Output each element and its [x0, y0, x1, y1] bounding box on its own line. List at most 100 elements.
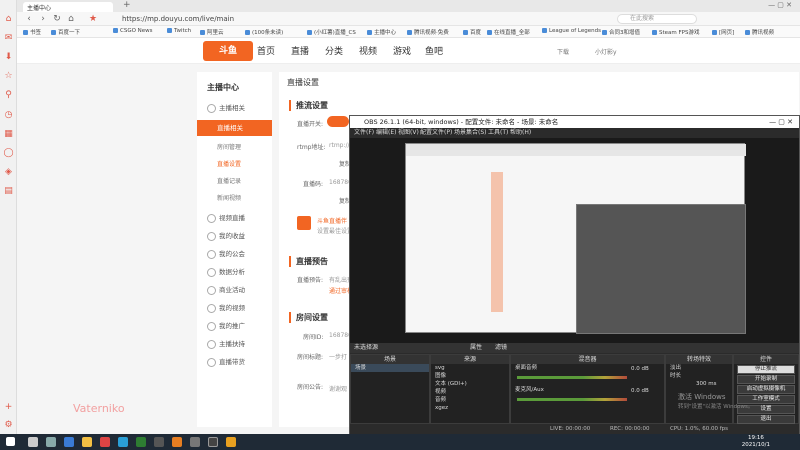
app-icon[interactable] [226, 437, 236, 447]
bookmark-item[interactable]: 在线直播_全部 [487, 28, 530, 36]
mail-icon[interactable]: ✉ [3, 33, 14, 44]
nav-home[interactable]: 首页 [257, 44, 275, 57]
scene-item[interactable]: 场景 [351, 364, 429, 372]
search-icon[interactable]: ⚲ [3, 90, 14, 101]
nav-category[interactable]: 分类 [325, 44, 343, 57]
menu-live-settings[interactable]: 直播设置 [217, 159, 241, 168]
menu-income[interactable]: 我的收益 [207, 230, 245, 241]
menu-support[interactable]: 主播扶持 [207, 338, 245, 349]
menu-promotion[interactable]: 我的推广 [207, 320, 245, 331]
live-switch-toggle[interactable] [327, 116, 349, 127]
room-notice-input[interactable]: 谢谢观 [329, 384, 347, 393]
virtual-camera-button[interactable]: 启动虚拟摄像机 [737, 385, 795, 394]
bookmark-item[interactable]: 主播中心 [367, 28, 396, 36]
app-icon[interactable] [136, 437, 146, 447]
menu-analytics[interactable]: 数据分析 [207, 266, 245, 277]
bookmark-item[interactable]: 腾讯视频 [745, 28, 774, 36]
duration-input[interactable]: 300 ms [666, 380, 732, 388]
app-icon[interactable] [172, 437, 182, 447]
app-icon[interactable] [118, 437, 128, 447]
bookmark-item[interactable]: Steam FPS游戏 [652, 28, 699, 36]
nav-game[interactable]: 游戏 [393, 44, 411, 57]
tool-title[interactable]: 斗鱼直播伴 [317, 216, 347, 225]
bookmark-item[interactable]: Twitch [167, 28, 191, 34]
home-icon[interactable]: ⌂ [3, 14, 14, 25]
bookmark-item[interactable]: CSGO News [113, 28, 153, 34]
obs-icon[interactable] [208, 437, 218, 447]
system-clock[interactable]: 19:16 2021/10/1 [742, 435, 770, 449]
source-item[interactable]: xgez [431, 404, 509, 412]
transition-select[interactable]: 淡出 [666, 364, 732, 372]
url-input[interactable]: https://mp.douyu.com/live/main [122, 14, 592, 24]
nav-video[interactable]: 视频 [359, 44, 377, 57]
settings-icon[interactable]: ⚙ [3, 420, 14, 431]
obs-preview[interactable] [350, 138, 799, 343]
window-controls-icon[interactable]: — ▢ ✕ [768, 1, 792, 9]
back-icon[interactable]: ‹ [23, 13, 35, 25]
bookmark-item[interactable]: 腾讯视频·免费 [407, 28, 449, 36]
obs-filters-button[interactable]: 滤镜 [495, 343, 507, 353]
start-recording-button[interactable]: 开始录制 [737, 375, 795, 384]
menu-business[interactable]: 商业活动 [207, 284, 245, 295]
obs-menu-scene-collection[interactable]: 场景集合(S) [454, 128, 487, 138]
menu-commerce[interactable]: 直播带货 [207, 356, 245, 367]
obs-menu-file[interactable]: 文件(F) [354, 128, 374, 138]
bookmark-item[interactable]: 合同3和增值 [602, 28, 640, 36]
taskview-icon[interactable] [46, 437, 56, 447]
bookmark-item[interactable]: (小红薯)直播_CS [307, 28, 356, 36]
user-name[interactable]: 小灯影y [595, 47, 617, 56]
nav-fishbar[interactable]: 鱼吧 [425, 44, 443, 57]
obs-menu-edit[interactable]: 编辑(E) [376, 128, 396, 138]
app-icon[interactable] [100, 437, 110, 447]
exit-button[interactable]: 退出 [737, 415, 795, 424]
menu-my-videos[interactable]: 我的视频 [207, 302, 245, 313]
bookmark-item[interactable]: [网页] [712, 28, 734, 36]
steam-icon[interactable] [154, 437, 164, 447]
stop-streaming-button[interactable]: 停止推流 [737, 365, 795, 374]
menu-guild[interactable]: 我的公会 [207, 248, 245, 259]
menu-live-active[interactable]: 直播相关 [197, 120, 272, 136]
source-item[interactable]: 图像 [431, 372, 509, 380]
search-taskbar-icon[interactable] [28, 437, 38, 447]
add-icon[interactable]: + [3, 402, 14, 413]
menu-anchor[interactable]: 主播相关 [207, 102, 245, 113]
note-icon[interactable]: ▤ [3, 186, 14, 197]
menu-live-records[interactable]: 直播记录 [217, 176, 241, 185]
douyu-logo[interactable]: 斗鱼 [203, 41, 253, 61]
tab-active[interactable]: 主播中心 [23, 2, 113, 12]
obs-window-controls-icon[interactable]: — ▢ ✕ [769, 118, 793, 126]
reload-icon[interactable]: ↻ [51, 13, 63, 25]
obs-menu-profile[interactable]: 配置文件(P) [420, 128, 452, 138]
obs-menu-view[interactable]: 视图(V) [398, 128, 419, 138]
bookmark-item[interactable]: 阿里云 [200, 28, 224, 36]
search-input[interactable]: 在此搜索 [617, 14, 697, 24]
obs-properties-button[interactable]: 属性 [470, 343, 482, 353]
bookmark-item[interactable]: League of Legends [542, 28, 601, 34]
menu-room-manage[interactable]: 房间管理 [217, 142, 241, 151]
start-icon[interactable] [6, 437, 15, 446]
source-item[interactable]: 文本 (GDI+) [431, 380, 509, 388]
nav-live[interactable]: 直播 [291, 44, 309, 57]
bookmark-star-icon[interactable]: ★ [87, 13, 99, 25]
obs-menu-tools[interactable]: 工具(T) [488, 128, 508, 138]
new-tab-icon[interactable]: + [123, 0, 131, 10]
room-title-input[interactable]: 一步打 [329, 352, 347, 361]
bookmark-item[interactable]: 百度 [463, 28, 481, 36]
download-icon[interactable]: ⬇ [3, 52, 14, 63]
source-item[interactable]: svg [431, 364, 509, 372]
bookmark-item[interactable]: (100条未读) [245, 28, 283, 36]
bookmark-item[interactable]: 书签 [23, 28, 41, 36]
chat-icon[interactable]: ◯ [3, 148, 14, 159]
home-nav-icon[interactable]: ⌂ [65, 13, 77, 25]
edge-icon[interactable] [64, 437, 74, 447]
star-icon[interactable]: ☆ [3, 71, 14, 82]
menu-video-live[interactable]: 视频直播 [207, 212, 245, 223]
history-icon[interactable]: ◷ [3, 110, 14, 121]
app-icon[interactable] [190, 437, 200, 447]
menu-news-video[interactable]: 新闻视频 [217, 193, 241, 202]
forward-icon[interactable]: › [37, 13, 49, 25]
source-item[interactable]: 视频 [431, 388, 509, 396]
game-icon[interactable]: ◈ [3, 167, 14, 178]
explorer-icon[interactable] [82, 437, 92, 447]
download-link[interactable]: 下载 [557, 47, 569, 56]
